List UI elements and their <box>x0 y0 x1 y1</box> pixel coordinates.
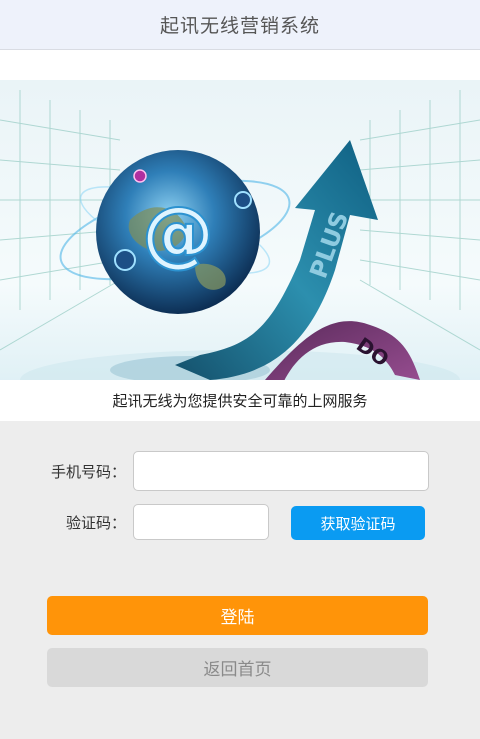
back-home-button[interactable]: 返回首页 <box>47 648 428 687</box>
code-label: 验证码： <box>65 514 126 532</box>
phone-input[interactable] <box>133 451 429 491</box>
banner-illustration: DO PLUS @ <box>0 80 480 421</box>
login-button[interactable]: 登陆 <box>47 596 428 635</box>
page-title: 起讯无线营销系统 <box>159 15 320 37</box>
at-symbol: @ <box>142 191 214 275</box>
phone-label: 手机号码： <box>50 463 126 481</box>
banner-area: DO PLUS @ <box>0 50 480 421</box>
app-header: 起讯无线营销系统 <box>0 0 480 50</box>
banner-tagline: 起讯无线为您提供安全可靠的上网服务 <box>0 380 480 421</box>
verification-code-input[interactable] <box>133 504 269 540</box>
get-code-button[interactable]: 获取验证码 <box>291 506 425 540</box>
